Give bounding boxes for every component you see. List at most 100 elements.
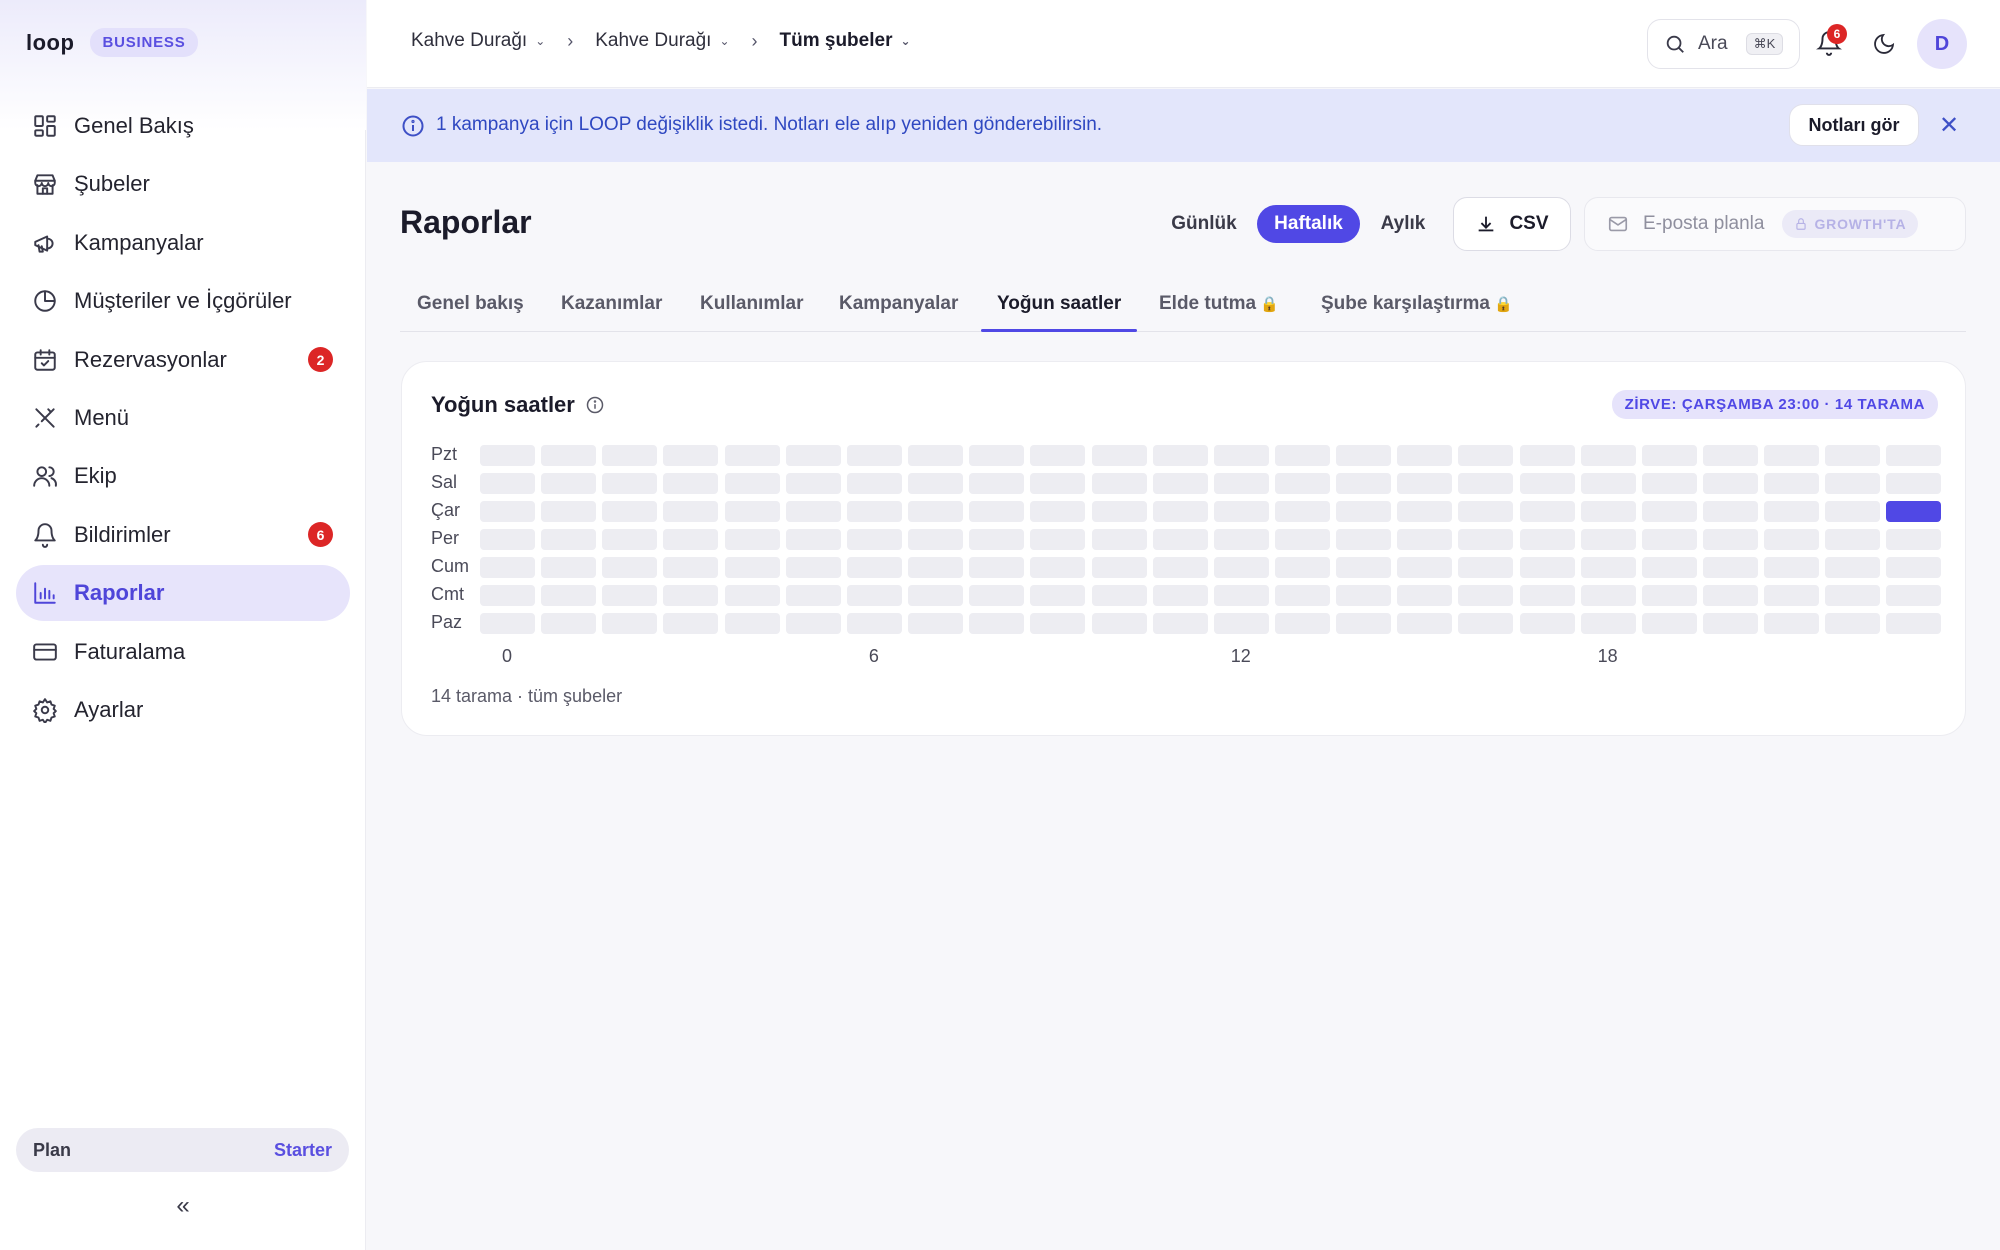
heatmap-cell[interactable] [1091,557,1147,578]
sidebar-item-9[interactable]: Faturalama [16,624,350,680]
heatmap-cell[interactable] [1641,585,1697,606]
heatmap-cell[interactable] [969,613,1025,634]
heatmap-cell[interactable] [1825,557,1881,578]
heatmap-cell[interactable] [1030,473,1086,494]
heatmap-cell[interactable] [1091,613,1147,634]
heatmap-cell[interactable] [846,529,902,550]
heatmap-cell[interactable] [480,501,535,522]
heatmap-cell[interactable] [724,613,780,634]
heatmap-cell[interactable] [1764,613,1820,634]
heatmap-cell[interactable] [1397,445,1453,466]
heatmap-cell[interactable] [1580,585,1636,606]
heatmap-cell[interactable] [602,557,658,578]
heatmap-cell[interactable] [663,557,719,578]
heatmap-cell[interactable] [1764,529,1820,550]
heatmap-cell[interactable] [908,613,964,634]
heatmap-cell[interactable] [724,529,780,550]
tab-overview[interactable]: Genel bakış [417,293,524,315]
heatmap-cell[interactable] [602,473,658,494]
heatmap-cell[interactable] [1641,529,1697,550]
heatmap-cell[interactable] [541,501,597,522]
heatmap-cell[interactable] [1274,557,1330,578]
heatmap-cell[interactable] [1336,473,1392,494]
heatmap-cell[interactable] [1274,613,1330,634]
heatmap-cell[interactable] [1030,445,1086,466]
heatmap-cell[interactable] [602,529,658,550]
heatmap-cell[interactable] [785,529,841,550]
heatmap-cell[interactable] [846,445,902,466]
heatmap-cell[interactable] [1641,501,1697,522]
heatmap-cell[interactable] [846,585,902,606]
heatmap-cell[interactable] [1519,473,1575,494]
heatmap-cell[interactable] [1091,529,1147,550]
heatmap-cell[interactable] [1825,501,1881,522]
heatmap-cell[interactable] [663,501,719,522]
heatmap-cell[interactable] [663,529,719,550]
heatmap-cell[interactable] [908,473,964,494]
tab-peak-hours[interactable]: Yoğun saatler [997,293,1121,315]
heatmap-cell[interactable] [602,585,658,606]
heatmap-cell[interactable] [663,613,719,634]
heatmap-cell[interactable] [1213,557,1269,578]
close-icon[interactable]: ✕ [1939,111,1959,140]
heatmap-cell[interactable] [1519,585,1575,606]
heatmap-cell[interactable] [1213,585,1269,606]
heatmap-cell[interactable] [541,529,597,550]
heatmap-cell[interactable] [1091,445,1147,466]
heatmap-cell[interactable] [602,445,658,466]
heatmap-cell[interactable] [969,529,1025,550]
heatmap-cell[interactable] [969,501,1025,522]
heatmap-cell[interactable] [1336,529,1392,550]
heatmap-cell[interactable] [1580,445,1636,466]
heatmap-cell[interactable] [663,445,719,466]
heatmap-cell[interactable] [1336,501,1392,522]
heatmap-cell[interactable] [1519,501,1575,522]
heatmap-cell[interactable] [908,557,964,578]
breadcrumb-company[interactable]: Kahve Durağı ⌄ [411,30,545,52]
sidebar-item-0[interactable]: Genel Bakış [16,98,350,154]
heatmap-cell[interactable] [969,473,1025,494]
heatmap-cell[interactable] [1580,613,1636,634]
sidebar-item-1[interactable]: Şubeler [16,156,350,212]
heatmap-cell[interactable] [1274,501,1330,522]
heatmap-cell[interactable] [1641,445,1697,466]
period-monthly[interactable]: Aylık [1368,205,1438,243]
heatmap-cell[interactable] [1458,445,1514,466]
heatmap-cell[interactable] [969,445,1025,466]
heatmap-cell[interactable] [1213,445,1269,466]
heatmap-cell[interactable] [1213,613,1269,634]
heatmap-cell[interactable] [1458,585,1514,606]
heatmap-cell[interactable] [480,557,535,578]
heatmap-cell[interactable] [1152,585,1208,606]
heatmap-cell[interactable] [1091,473,1147,494]
heatmap-cell[interactable] [969,557,1025,578]
heatmap-cell[interactable] [1703,529,1758,550]
heatmap-cell[interactable] [663,473,719,494]
heatmap-cell[interactable] [1825,585,1881,606]
csv-export-button[interactable]: CSV [1453,197,1571,251]
heatmap-cell[interactable] [1397,585,1453,606]
heatmap-cell[interactable] [1703,557,1758,578]
heatmap-cell[interactable] [908,445,964,466]
heatmap-cell[interactable] [1886,501,1942,522]
heatmap-cell[interactable] [1336,613,1392,634]
heatmap-cell[interactable] [1458,529,1514,550]
heatmap-cell[interactable] [480,529,535,550]
heatmap-cell[interactable] [541,473,597,494]
heatmap-cell[interactable] [1580,473,1636,494]
heatmap-cell[interactable] [541,557,597,578]
heatmap-cell[interactable] [1886,613,1942,634]
heatmap-cell[interactable] [1641,473,1697,494]
heatmap-cell[interactable] [846,501,902,522]
heatmap-cell[interactable] [1336,585,1392,606]
heatmap-cell[interactable] [1030,585,1086,606]
heatmap-cell[interactable] [908,529,964,550]
heatmap-cell[interactable] [1825,529,1881,550]
heatmap-cell[interactable] [1274,585,1330,606]
heatmap-cell[interactable] [1825,473,1881,494]
heatmap-cell[interactable] [602,613,658,634]
heatmap-cell[interactable] [1030,613,1086,634]
heatmap-cell[interactable] [1152,473,1208,494]
heatmap-cell[interactable] [1886,557,1942,578]
period-daily[interactable]: Günlük [1160,205,1248,243]
